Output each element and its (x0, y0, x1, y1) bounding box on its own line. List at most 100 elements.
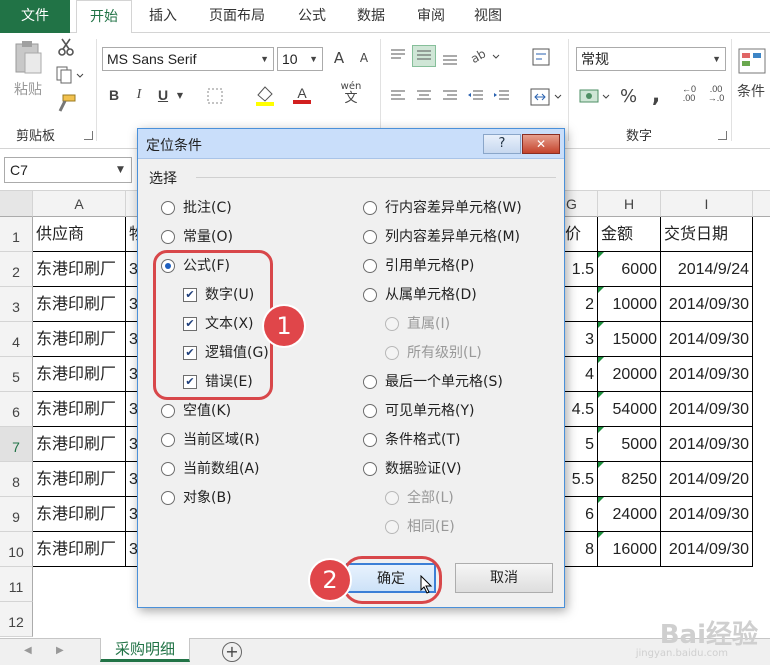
table-cell-i[interactable]: 2014/09/30 (661, 497, 753, 532)
row-header-3[interactable]: 3 (0, 287, 33, 322)
borders-icon[interactable] (204, 87, 226, 109)
table-cell-a[interactable]: 东港印刷厂 (33, 392, 126, 427)
increase-indent-icon[interactable] (492, 87, 512, 109)
radio-button[interactable] (161, 433, 175, 447)
orientation-icon[interactable]: ab (468, 46, 502, 69)
tab-home[interactable]: 开始 (76, 0, 132, 34)
align-right-icon[interactable] (440, 87, 460, 109)
table-cell-a[interactable]: 东港印刷厂 (33, 357, 126, 392)
conditional-format-icon[interactable] (737, 47, 767, 79)
row-header-8[interactable]: 8 (0, 462, 33, 497)
table-cell-h[interactable]: 10000 (598, 287, 661, 322)
table-cell-h[interactable]: 5000 (598, 427, 661, 462)
comma-button[interactable]: , (650, 83, 662, 108)
table-cell-h[interactable]: 54000 (598, 392, 661, 427)
align-left-icon[interactable] (388, 87, 408, 109)
grow-font-button[interactable]: A (330, 49, 348, 67)
radio-button[interactable] (363, 259, 377, 273)
table-cell-i[interactable]: 2014/09/30 (661, 427, 753, 462)
paste-button[interactable]: 粘贴 (10, 39, 46, 101)
row-header-7[interactable]: 7 (0, 427, 33, 462)
radio-button[interactable] (363, 230, 377, 244)
table-cell-i[interactable]: 2014/09/20 (661, 462, 753, 497)
row-header-12[interactable]: 12 (0, 602, 33, 637)
align-center-icon[interactable] (414, 87, 434, 109)
tab-data[interactable]: 数据 (345, 0, 397, 33)
tab-formulas[interactable]: 公式 (286, 0, 338, 33)
number-format-combo[interactable]: 常规 ▼ (576, 47, 726, 71)
fill-color-icon[interactable] (253, 83, 275, 111)
radio-button[interactable] (161, 462, 175, 476)
font-color-button[interactable]: A (293, 85, 311, 104)
radio-button[interactable] (363, 201, 377, 215)
align-middle-icon[interactable] (412, 45, 436, 67)
radio-button[interactable] (161, 491, 175, 505)
radio-button[interactable] (363, 404, 377, 418)
header-cell-h[interactable]: 金额 (598, 217, 661, 252)
shrink-font-button[interactable]: A (356, 51, 372, 65)
table-cell-h[interactable]: 20000 (598, 357, 661, 392)
table-cell-a[interactable]: 东港印刷厂 (33, 427, 126, 462)
radio-button[interactable] (363, 375, 377, 389)
radio-button[interactable] (363, 462, 377, 476)
name-box[interactable]: C7 (4, 157, 132, 183)
accounting-icon[interactable] (578, 85, 612, 111)
table-cell-i[interactable]: 2014/09/30 (661, 287, 753, 322)
tab-review[interactable]: 审阅 (405, 0, 457, 33)
increase-decimal-icon[interactable]: ←0.00 (678, 85, 700, 103)
column-header-h[interactable]: H (598, 191, 661, 217)
radio-button[interactable] (161, 201, 175, 215)
decrease-decimal-icon[interactable]: .00 →.0 (705, 85, 727, 103)
chevron-down-icon[interactable]: ▼ (175, 91, 185, 100)
cut-icon[interactable] (55, 37, 77, 57)
tab-view[interactable]: 视图 (462, 0, 514, 33)
table-cell-a[interactable]: 东港印刷厂 (33, 287, 126, 322)
table-cell-h[interactable]: 16000 (598, 532, 661, 567)
row-header-6[interactable]: 6 (0, 392, 33, 427)
column-header-i[interactable]: I (661, 191, 753, 217)
table-cell-h[interactable]: 24000 (598, 497, 661, 532)
sheet-tab-purchase-details[interactable]: 采购明细 (100, 638, 190, 662)
radio-button[interactable] (363, 433, 377, 447)
table-cell-a[interactable]: 东港印刷厂 (33, 462, 126, 497)
chevron-down-icon[interactable]: ▼ (117, 165, 124, 175)
table-cell-a[interactable]: 东港印刷厂 (33, 532, 126, 567)
table-cell-i[interactable]: 2014/09/30 (661, 357, 753, 392)
table-cell-a[interactable]: 东港印刷厂 (33, 322, 126, 357)
table-cell-i[interactable]: 2014/09/30 (661, 532, 753, 567)
italic-button[interactable]: I (131, 87, 147, 103)
table-cell-a[interactable]: 东港印刷厂 (33, 252, 126, 287)
table-cell-h[interactable]: 8250 (598, 462, 661, 497)
font-name-combo[interactable]: MS Sans Serif ▼ (102, 47, 274, 71)
wrap-text-icon[interactable] (529, 47, 553, 71)
align-bottom-icon[interactable] (440, 47, 460, 69)
scroll-right-icon[interactable]: ▶ (56, 645, 64, 656)
format-painter-icon[interactable] (55, 93, 77, 113)
tab-page-layout[interactable]: 页面布局 (197, 0, 277, 33)
header-cell-a[interactable]: 供应商 (33, 217, 126, 252)
decrease-indent-icon[interactable] (466, 87, 486, 109)
scroll-left-icon[interactable]: ◀ (24, 645, 32, 656)
phonetic-button[interactable]: wén 文 (339, 81, 363, 111)
table-cell-a[interactable]: 东港印刷厂 (33, 497, 126, 532)
radio-button[interactable] (161, 404, 175, 418)
radio-button[interactable] (161, 230, 175, 244)
row-header-5[interactable]: 5 (0, 357, 33, 392)
row-header-9[interactable]: 9 (0, 497, 33, 532)
table-cell-h[interactable]: 15000 (598, 322, 661, 357)
row-header-11[interactable]: 11 (0, 567, 33, 602)
tab-insert[interactable]: 插入 (137, 0, 189, 33)
number-launcher-icon[interactable] (718, 131, 727, 140)
table-cell-h[interactable]: 6000 (598, 252, 661, 287)
row-header-2[interactable]: 2 (0, 252, 33, 287)
font-size-combo[interactable]: 10 ▼ (277, 47, 323, 71)
radio-button[interactable] (363, 288, 377, 302)
help-button[interactable]: ? (483, 134, 521, 154)
row-header-4[interactable]: 4 (0, 322, 33, 357)
row-header-1[interactable]: 1 (0, 217, 33, 252)
row-header-10[interactable]: 10 (0, 532, 33, 567)
align-top-icon[interactable] (388, 47, 408, 69)
table-cell-i[interactable]: 2014/09/30 (661, 392, 753, 427)
percent-button[interactable]: % (620, 86, 637, 107)
select-all-corner[interactable] (0, 191, 33, 217)
